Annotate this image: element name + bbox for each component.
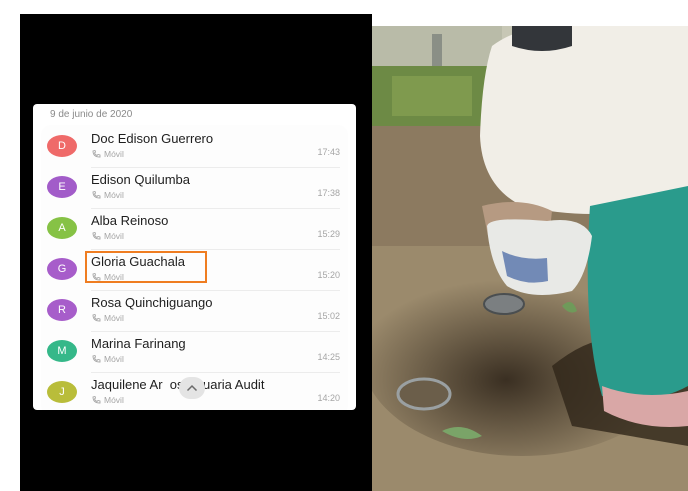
call-icon	[92, 313, 101, 322]
call-type-label: Móvil	[104, 354, 124, 364]
call-icon	[92, 190, 101, 199]
avatar: R	[47, 299, 77, 321]
call-time: 17:43	[317, 147, 340, 157]
date-header: 9 de junio de 2020	[50, 109, 133, 120]
call-icon	[92, 231, 101, 240]
avatar: D	[47, 135, 77, 157]
contact-name: Alba Reinoso	[91, 213, 169, 228]
call-type: Móvil	[92, 231, 124, 241]
call-type-label: Móvil	[104, 149, 124, 159]
call-time: 14:25	[317, 352, 340, 362]
call-entry[interactable]: A Alba Reinoso Móvil 15:29	[41, 209, 348, 250]
call-icon	[92, 354, 101, 363]
field-photo	[372, 26, 688, 491]
call-icon	[92, 149, 101, 158]
avatar: G	[47, 258, 77, 280]
call-type: Móvil	[92, 395, 124, 405]
call-time: 15:02	[317, 311, 340, 321]
call-icon	[92, 395, 101, 404]
contact-name: Doc Edison Guerrero	[91, 131, 214, 146]
call-time: 15:29	[317, 229, 340, 239]
avatar: M	[47, 340, 77, 362]
avatar: E	[47, 176, 77, 198]
avatar: A	[47, 217, 77, 239]
call-time: 14:20	[317, 393, 340, 403]
avatar: J	[47, 381, 77, 403]
call-type: Móvil	[92, 190, 124, 200]
chevron-up-icon	[186, 384, 198, 392]
call-type-label: Móvil	[104, 395, 124, 405]
call-type-label: Móvil	[104, 231, 124, 241]
call-time: 15:20	[317, 270, 340, 280]
call-type-label: Móvil	[104, 313, 124, 323]
call-entry[interactable]: M Marina Farinang Móvil 14:25	[41, 332, 348, 373]
call-type: Móvil	[92, 313, 124, 323]
call-type-label: Móvil	[104, 190, 124, 200]
collapse-button[interactable]	[179, 377, 205, 399]
contact-name: Jaquilene Ar os Usuaria Audit	[91, 377, 265, 392]
call-type: Móvil	[92, 354, 124, 364]
contact-name: Marina Farinang	[91, 336, 186, 351]
call-type: Móvil	[92, 149, 124, 159]
call-time: 17:38	[317, 188, 340, 198]
contact-name: Rosa Quinchiguango	[91, 295, 213, 310]
call-entry[interactable]: D Doc Edison Guerrero Móvil 17:43	[41, 127, 348, 168]
call-entry[interactable]: E Edison Quilumba Móvil 17:38	[41, 168, 348, 209]
contact-name: Edison Quilumba	[91, 172, 190, 187]
call-entry[interactable]: R Rosa Quinchiguango Móvil 15:02	[41, 291, 348, 332]
photo-illustration	[372, 26, 688, 491]
highlight-box	[85, 251, 207, 283]
